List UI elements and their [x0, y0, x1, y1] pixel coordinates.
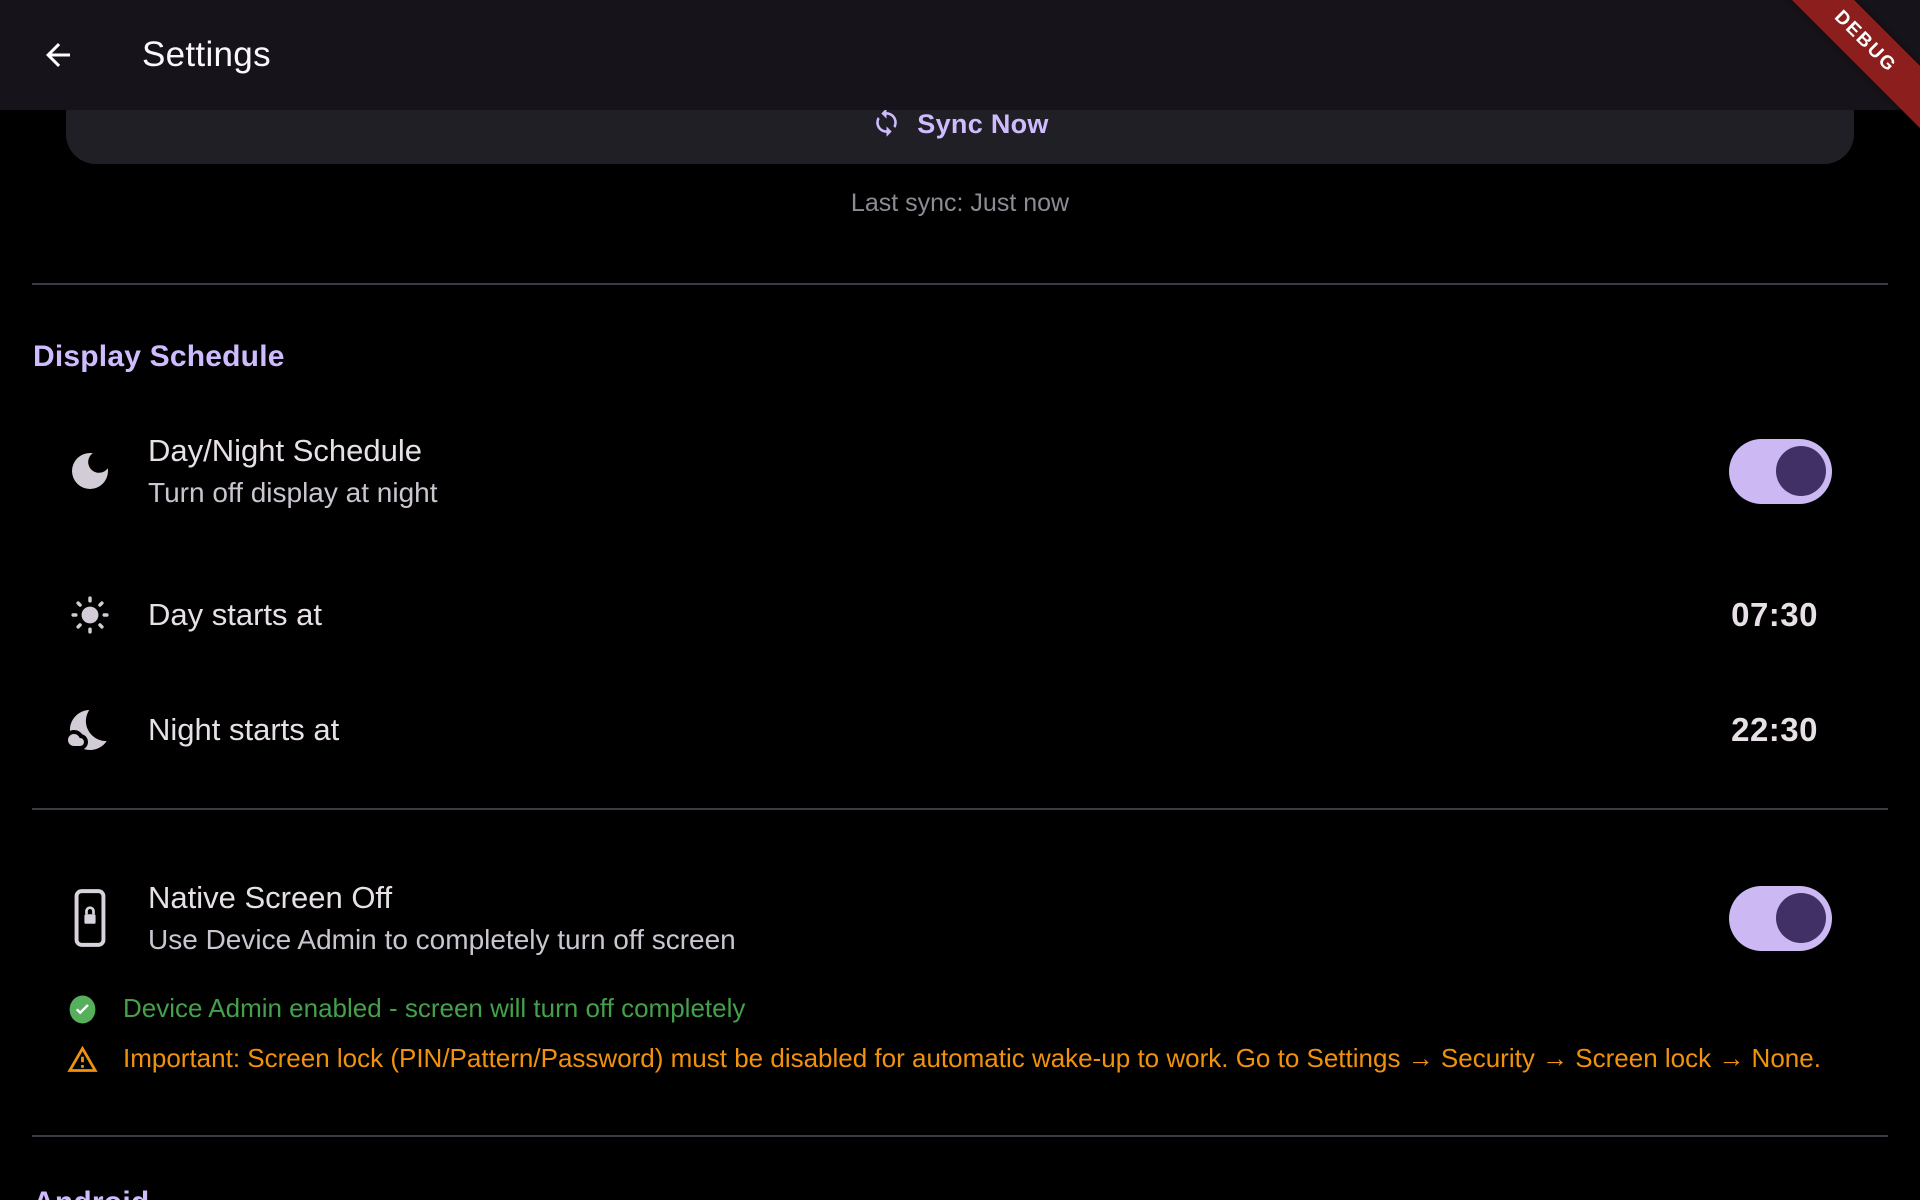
check-circle-icon [64, 993, 100, 1026]
native-screen-off-toggle[interactable] [1729, 886, 1832, 951]
day-starts-at-label: Day starts at [148, 597, 322, 632]
screen-lock-warning-text: Important: Screen lock (PIN/Pattern/Pass… [123, 1043, 1821, 1074]
last-sync-status: Last sync: Just now [0, 189, 1920, 218]
night-start-time-value: 22:30 [1731, 711, 1818, 749]
app-bar: Settings [0, 0, 1920, 110]
settings-screen: Sync Now Last sync: Just now Display Sch… [0, 0, 1920, 1200]
toggle-thumb [1776, 893, 1826, 943]
night-starts-at-label: Night starts at [148, 712, 339, 747]
phone-lock-icon [64, 887, 116, 949]
device-admin-status: Device Admin enabled - screen will turn … [64, 988, 1856, 1030]
toggle-thumb [1776, 446, 1826, 496]
day-starts-at-row[interactable]: Day starts at 07:30 [64, 573, 1832, 657]
native-screen-off-row[interactable]: Native Screen Off Use Device Admin to co… [64, 862, 1832, 974]
day-night-schedule-toggle[interactable] [1729, 439, 1832, 504]
device-admin-status-text: Device Admin enabled - screen will turn … [123, 993, 745, 1024]
divider [32, 283, 1888, 285]
arrow-left-icon [40, 37, 76, 73]
screen-lock-warning: Important: Screen lock (PIN/Pattern/Pass… [64, 1036, 1856, 1082]
moon-cloud-icon [64, 706, 116, 754]
native-screen-off-subtitle: Use Device Admin to completely turn off … [148, 924, 1729, 956]
divider [32, 1135, 1888, 1137]
day-night-schedule-title: Day/Night Schedule [148, 433, 1729, 469]
crescent-moon-icon [64, 447, 116, 495]
sync-now-label: Sync Now [917, 109, 1048, 140]
divider [32, 808, 1888, 810]
warning-triangle-icon [64, 1043, 100, 1076]
day-night-schedule-subtitle: Turn off display at night [148, 477, 1729, 509]
sun-icon [64, 592, 116, 638]
android-section-header: Android [33, 1186, 149, 1200]
night-starts-at-row[interactable]: Night starts at 22:30 [64, 688, 1832, 772]
back-button[interactable] [36, 33, 80, 77]
display-schedule-header: Display Schedule [33, 340, 285, 374]
day-start-time-value: 07:30 [1731, 596, 1818, 634]
sync-arrows-icon [871, 107, 902, 143]
native-screen-off-title: Native Screen Off [148, 880, 1729, 916]
day-night-schedule-row[interactable]: Day/Night Schedule Turn off display at n… [64, 420, 1832, 522]
page-title: Settings [142, 35, 271, 75]
